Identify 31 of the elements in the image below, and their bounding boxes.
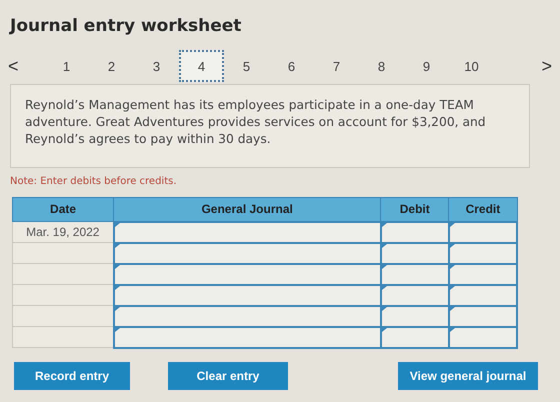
problem-statement: Reynold’s Management has its employees participate in a one-day TEAM adventure. Great Adventures provides services on account for $3,200, and Reynold’s agrees to pay within 30 days.	[10, 84, 530, 168]
page-tab[interactable]: 3	[134, 50, 179, 82]
clear-button[interactable]: Clear entry	[168, 362, 288, 390]
debit-input[interactable]	[380, 222, 449, 243]
page-tab[interactable]: 5	[224, 50, 269, 82]
next-button[interactable]: >	[528, 56, 552, 76]
page-tab[interactable]: 8	[359, 50, 404, 82]
column-header: General Journal	[114, 197, 381, 222]
account-input[interactable]	[114, 222, 381, 243]
credit-input[interactable]	[448, 222, 517, 243]
date-cell: Mar. 19, 2022	[12, 222, 114, 243]
page-tab[interactable]: 9	[404, 50, 449, 82]
account-input[interactable]	[114, 306, 381, 327]
worksheet-title: Journal entry worksheet	[10, 16, 242, 36]
page-tab[interactable]: 4	[179, 50, 224, 82]
note-text: Note: Enter debits before credits.	[10, 176, 178, 187]
account-input[interactable]	[114, 326, 381, 348]
account-input[interactable]	[114, 242, 381, 264]
column-header: Credit	[448, 197, 517, 222]
page-tab[interactable]: 7	[314, 50, 359, 82]
record-button[interactable]: Record entry	[14, 362, 130, 390]
column-header: Date	[12, 197, 114, 222]
page-tab[interactable]: 1	[44, 50, 89, 82]
column-header: Debit	[380, 197, 449, 222]
account-input[interactable]	[114, 264, 381, 285]
previous-button[interactable]: <	[8, 56, 32, 76]
view-journal-button[interactable]: View general journal	[398, 362, 538, 390]
page-tab[interactable]: 10	[449, 50, 494, 82]
page-tab[interactable]: 6	[269, 50, 314, 82]
page-tab[interactable]: 2	[89, 50, 134, 82]
account-input[interactable]	[114, 284, 381, 306]
